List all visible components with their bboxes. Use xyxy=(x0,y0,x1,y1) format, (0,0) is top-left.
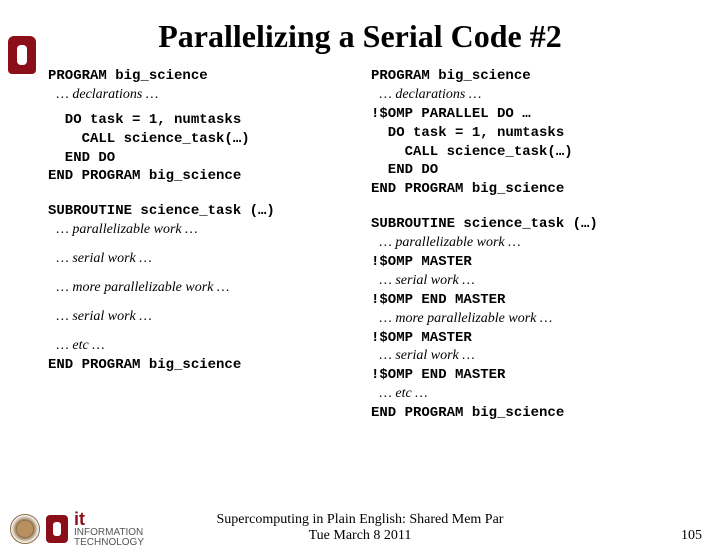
code-line: END PROGRAM big_science xyxy=(48,356,361,375)
left-column: PROGRAM big_science … declarations … DO … xyxy=(48,67,361,439)
code-line: !$OMP MASTER xyxy=(371,253,684,272)
code-line: CALL science_task(…) xyxy=(371,143,684,162)
code-line: … parallelizable work … xyxy=(48,221,361,240)
right-column: PROGRAM big_science … declarations … !$O… xyxy=(371,67,684,439)
code-line: END PROGRAM big_science xyxy=(371,180,684,199)
code-line: … serial work … xyxy=(371,272,684,291)
left-program-block: PROGRAM big_science … declarations … DO … xyxy=(48,67,361,186)
code-line: … declarations … xyxy=(371,86,684,105)
code-line: DO task = 1, numtasks xyxy=(371,124,684,143)
code-line: SUBROUTINE science_task (…) xyxy=(371,215,684,234)
right-subroutine-block: SUBROUTINE science_task (…) … paralleliz… xyxy=(371,215,684,423)
footer-line-1: Supercomputing in Plain English: Shared … xyxy=(217,512,504,527)
code-line: … parallelizable work … xyxy=(371,234,684,253)
code-line: SUBROUTINE science_task (…) xyxy=(48,202,361,221)
code-line: PROGRAM big_science xyxy=(48,67,361,86)
code-line: END DO xyxy=(371,161,684,180)
page-number: 105 xyxy=(681,528,702,544)
left-subroutine-block: SUBROUTINE science_task (…) … paralleliz… xyxy=(48,202,361,374)
code-line: DO task = 1, numtasks xyxy=(48,111,361,130)
footer-line-2: Tue March 8 2011 xyxy=(309,528,412,543)
code-line: END DO xyxy=(48,149,361,168)
code-line: … etc … xyxy=(48,337,361,356)
code-line: PROGRAM big_science xyxy=(371,67,684,86)
code-columns: PROGRAM big_science … declarations … DO … xyxy=(0,67,720,439)
code-line: … etc … xyxy=(371,385,684,404)
code-line: !$OMP PARALLEL DO … xyxy=(371,105,684,124)
code-line: … declarations … xyxy=(48,86,361,105)
code-line: … serial work … xyxy=(48,308,361,327)
code-line: … more parallelizable work … xyxy=(48,279,361,298)
right-program-block: PROGRAM big_science … declarations … !$O… xyxy=(371,67,684,199)
code-line: … more parallelizable work … xyxy=(371,310,684,329)
slide-title: Parallelizing a Serial Code #2 xyxy=(0,18,720,55)
code-line: … serial work … xyxy=(371,347,684,366)
code-line: CALL science_task(…) xyxy=(48,130,361,149)
code-line: !$OMP MASTER xyxy=(371,329,684,348)
code-line: !$OMP END MASTER xyxy=(371,291,684,310)
footer-text: Supercomputing in Plain English: Shared … xyxy=(0,512,720,544)
code-line: !$OMP END MASTER xyxy=(371,366,684,385)
code-line: … serial work … xyxy=(48,250,361,269)
code-line: END PROGRAM big_science xyxy=(48,167,361,186)
code-line: END PROGRAM big_science xyxy=(371,404,684,423)
ou-logo xyxy=(8,36,40,80)
